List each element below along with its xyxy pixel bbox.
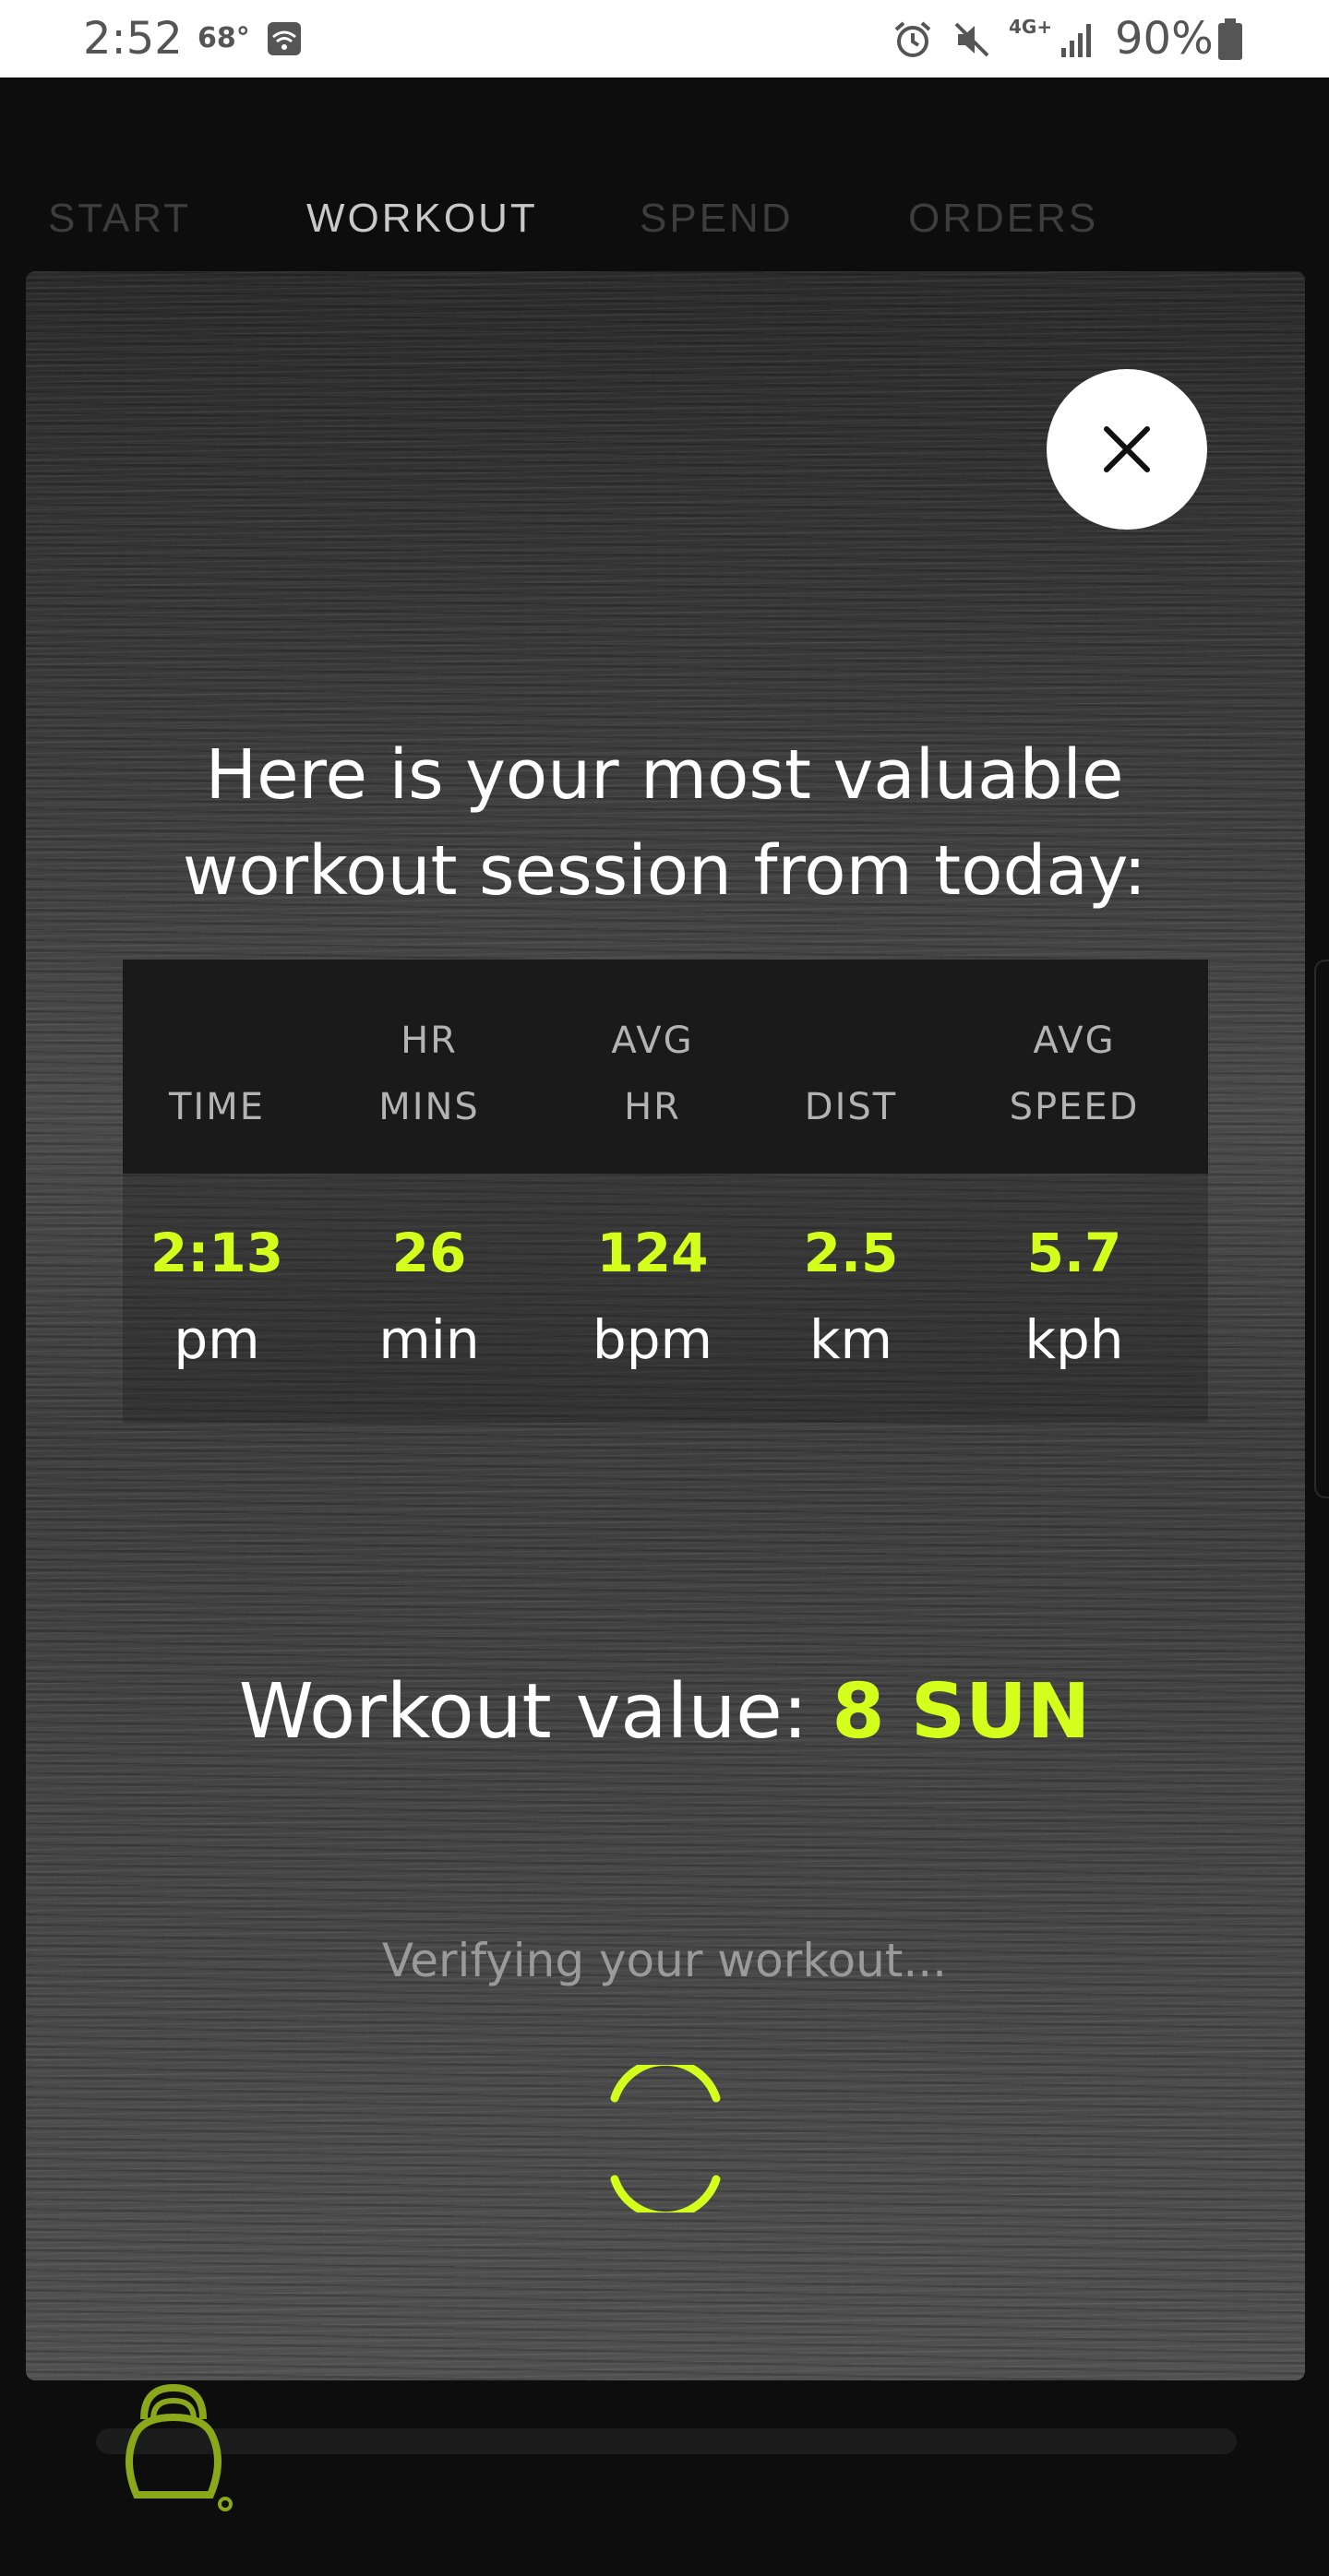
status-temperature: 68° [198, 22, 250, 54]
close-button[interactable] [1047, 369, 1207, 530]
tab-spend[interactable]: SPEND [640, 196, 794, 242]
avg-hr-value: 124 [596, 1222, 709, 1284]
column-header-dist: DIST [804, 1086, 898, 1128]
column-header-hr-mins: HR MINS [378, 1020, 480, 1128]
tab-start[interactable]: START [48, 196, 191, 242]
hr-mins-value: 26 [391, 1222, 467, 1284]
wifi-icon [268, 22, 301, 55]
scroll-indicator[interactable] [1314, 960, 1329, 1498]
workout-value: Workout value: 8 SUN [111, 1668, 1218, 1756]
tab-orders[interactable]: ORDERS [908, 196, 1098, 242]
battery-icon [1218, 18, 1242, 60]
avg-speed-value: 5.7 [1026, 1222, 1122, 1284]
progress-track [96, 2428, 1237, 2454]
alarm-icon [894, 21, 931, 57]
headline-line-1: Here is your most valuable [205, 735, 1124, 815]
dist-value: 2.5 [803, 1222, 899, 1284]
network-type: 4G+ [1009, 16, 1053, 38]
hr-mins-unit: min [378, 1308, 480, 1371]
headline: Here is your most valuable workout sessi… [111, 727, 1218, 919]
verifying-text: Verifying your workout... [381, 1934, 948, 1987]
loading-spinner-icon [610, 2065, 721, 2212]
workout-value-label: Workout value: [238, 1668, 832, 1756]
battery-percent: 90% [1115, 13, 1214, 65]
avg-hr-unit: bpm [592, 1308, 713, 1371]
stats-body [123, 1174, 1208, 1423]
signal-icon [1061, 24, 1091, 57]
kettlebell-icon [126, 2383, 233, 2511]
status-time: 2:52 [83, 13, 183, 65]
workout-value-amount: 8 SUN [832, 1668, 1091, 1756]
time-value: 2:13 [150, 1222, 284, 1284]
column-header-avg-speed: AVG SPEED [1009, 1020, 1140, 1128]
avg-speed-unit: kph [1024, 1308, 1124, 1371]
tab-workout[interactable]: WORKOUT [306, 196, 538, 242]
time-unit: pm [174, 1308, 260, 1371]
tab-bar: START WORKOUT SPEND ORDERS [0, 196, 1329, 260]
close-icon [1104, 426, 1150, 472]
column-header-time: TIME [168, 1086, 265, 1128]
status-bar: 2:52 68° 4G+ 90% [0, 0, 1329, 78]
headline-line-2: workout session from today: [182, 831, 1147, 911]
column-header-avg-hr: AVG HR [611, 1020, 694, 1128]
dist-unit: km [808, 1308, 893, 1371]
mute-icon [954, 22, 989, 57]
